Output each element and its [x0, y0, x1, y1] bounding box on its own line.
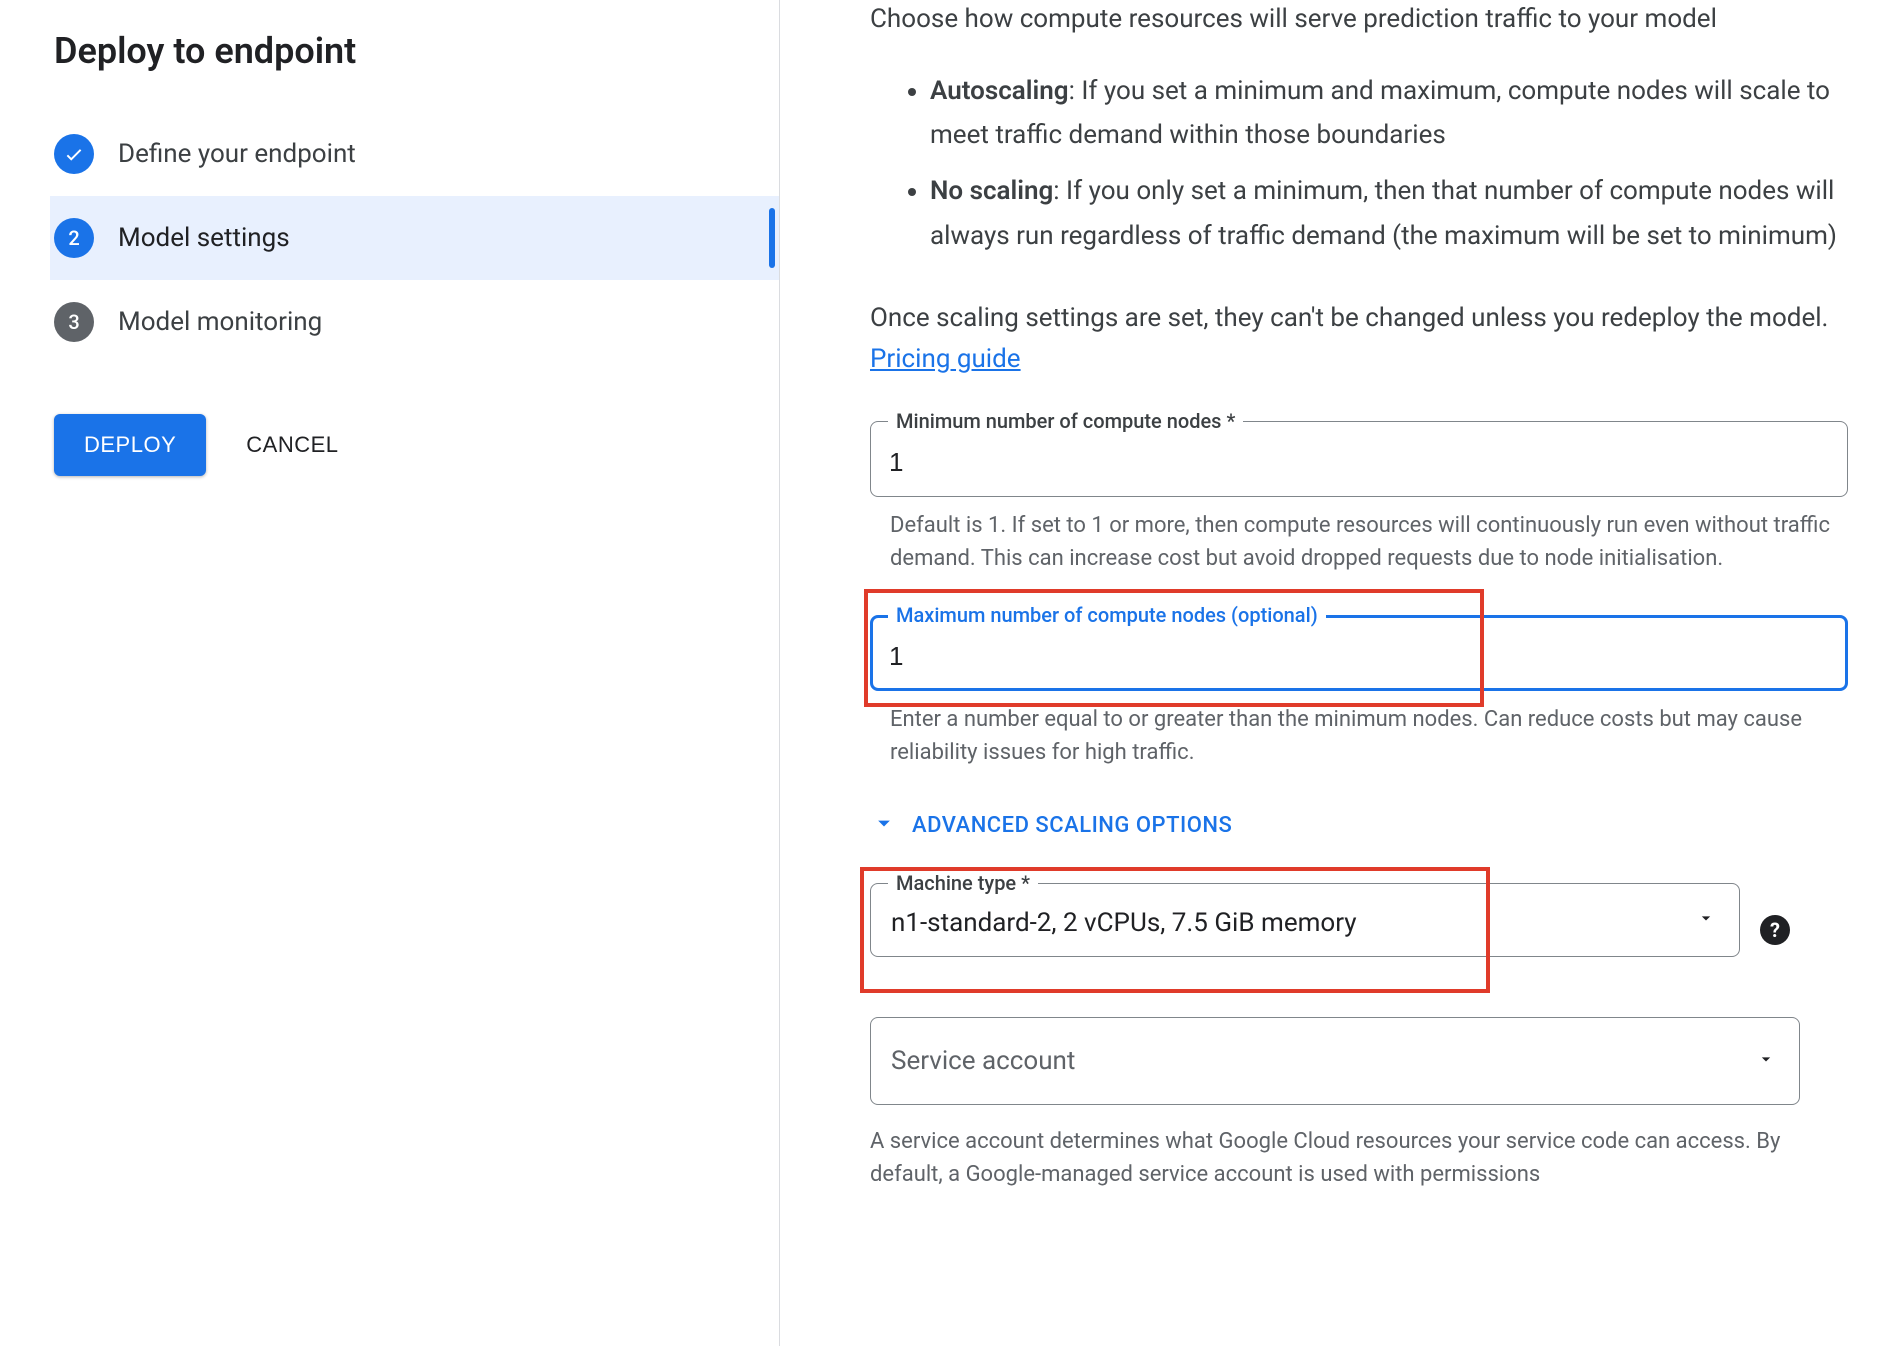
step-label: Model settings	[118, 223, 290, 253]
page-title: Deploy to endpoint	[50, 30, 779, 72]
pricing-guide-link[interactable]: Pricing guide	[870, 344, 1021, 374]
bullet-rest: : If you only set a minimum, then that n…	[930, 176, 1837, 250]
bullet-noscaling: No scaling: If you only set a minimum, t…	[930, 169, 1848, 257]
step-label: Define your endpoint	[118, 139, 356, 169]
step-model-monitoring[interactable]: 3 Model monitoring	[50, 280, 779, 364]
chevron-down-icon	[1696, 908, 1716, 932]
deploy-button[interactable]: DEPLOY	[54, 414, 206, 476]
max-nodes-field: Maximum number of compute nodes (optiona…	[870, 615, 1848, 691]
max-nodes-helper: Enter a number equal to or greater than …	[890, 703, 1848, 769]
step-label: Model monitoring	[118, 307, 322, 337]
step-list: Define your endpoint 2 Model settings 3 …	[50, 112, 779, 364]
bullet-autoscaling: Autoscaling: If you set a minimum and ma…	[930, 69, 1848, 157]
scaling-modes-list: Autoscaling: If you set a minimum and ma…	[930, 69, 1848, 258]
settings-panel: Choose how compute resources will serve …	[780, 0, 1888, 1346]
chevron-down-icon	[1756, 1049, 1776, 1073]
service-account-select-wrap: Service account	[870, 1017, 1800, 1105]
bullet-bold: Autoscaling	[930, 76, 1069, 106]
min-nodes-helper: Default is 1. If set to 1 or more, then …	[890, 509, 1848, 575]
step-number-icon: 3	[54, 302, 94, 342]
wizard-actions: DEPLOY CANCEL	[50, 414, 779, 476]
intro-text: Choose how compute resources will serve …	[870, 0, 1848, 39]
machine-type-value: n1-standard-2, 2 vCPUs, 7.5 GiB memory	[891, 908, 1357, 938]
min-nodes-label: Minimum number of compute nodes *	[888, 409, 1243, 433]
step-define-endpoint[interactable]: Define your endpoint	[50, 112, 779, 196]
scaling-note: Once scaling settings are set, they can'…	[870, 298, 1848, 381]
advanced-scaling-label: ADVANCED SCALING OPTIONS	[912, 813, 1232, 838]
service-account-select[interactable]: Service account	[870, 1017, 1800, 1105]
chevron-down-icon	[870, 809, 912, 843]
machine-type-row: Machine type * n1-standard-2, 2 vCPUs, 7…	[870, 883, 1740, 977]
help-icon[interactable]: ?	[1760, 915, 1790, 945]
step-model-settings[interactable]: 2 Model settings	[50, 196, 779, 280]
service-account-helper: A service account determines what Google…	[870, 1125, 1810, 1191]
machine-type-select-wrap: Machine type * n1-standard-2, 2 vCPUs, 7…	[870, 883, 1740, 957]
advanced-scaling-toggle[interactable]: ADVANCED SCALING OPTIONS	[870, 809, 1848, 843]
step-number-icon: 2	[54, 218, 94, 258]
check-icon	[54, 134, 94, 174]
scaling-note-text: Once scaling settings are set, they can'…	[870, 303, 1828, 333]
max-nodes-label: Maximum number of compute nodes (optiona…	[888, 603, 1326, 627]
machine-type-label: Machine type *	[888, 871, 1038, 895]
cancel-button[interactable]: CANCEL	[246, 432, 338, 458]
bullet-bold: No scaling	[930, 176, 1053, 206]
service-account-placeholder: Service account	[891, 1046, 1075, 1076]
wizard-sidebar: Deploy to endpoint Define your endpoint …	[0, 0, 780, 1346]
min-nodes-field: Minimum number of compute nodes *	[870, 421, 1848, 497]
